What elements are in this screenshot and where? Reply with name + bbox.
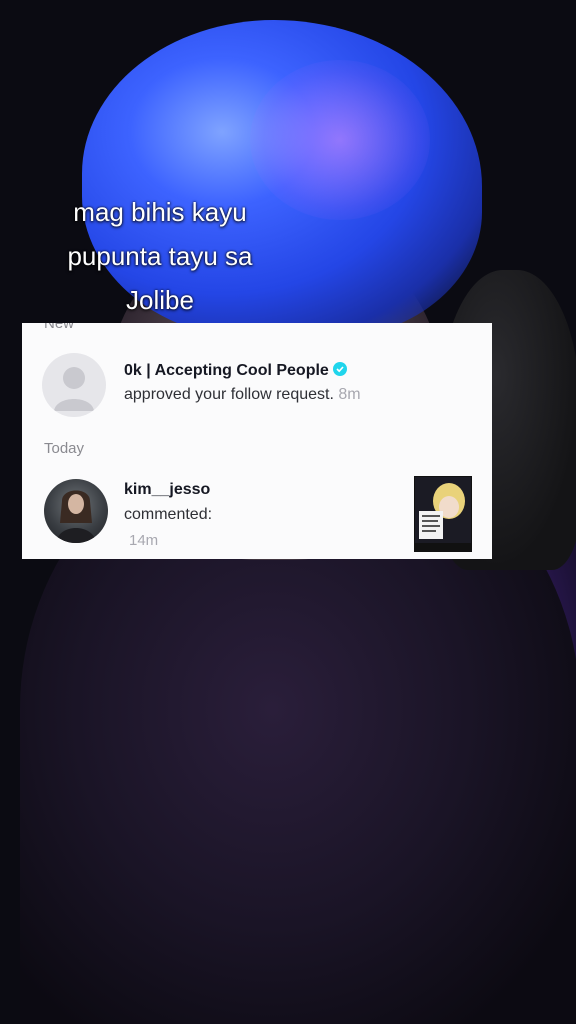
profile-photo-avatar[interactable]: [44, 479, 108, 543]
notification-username-1[interactable]: 0k | Accepting Cool People: [124, 362, 347, 380]
caption-line-2: pupunta tayu sa: [67, 241, 253, 271]
notification-time-2: 14m: [129, 532, 159, 549]
video-caption: mag bihis kayu pupunta tayu sa Jolibe: [30, 190, 290, 322]
section-today-label: Today: [44, 440, 85, 457]
caption-line-1: mag bihis kayu: [73, 197, 247, 227]
verified-badge-icon: [332, 362, 347, 376]
default-avatar-icon[interactable]: [42, 353, 106, 417]
notification-time: 8m: [338, 386, 361, 403]
username-text[interactable]: 0k | Accepting Cool People: [124, 362, 329, 379]
notification-text-1: approved your follow request. 8m: [124, 386, 361, 404]
notification-card: New 0k | Accepting Cool People approved …: [22, 323, 492, 559]
section-new-label: New: [44, 323, 75, 332]
notification-action-2: commented:: [124, 506, 213, 523]
notification-username-2[interactable]: kim__jesso: [124, 481, 210, 499]
caption-line-3: Jolibe: [126, 285, 194, 315]
video-thumbnail[interactable]: [414, 476, 472, 552]
notification-action: approved your follow request.: [124, 386, 334, 403]
